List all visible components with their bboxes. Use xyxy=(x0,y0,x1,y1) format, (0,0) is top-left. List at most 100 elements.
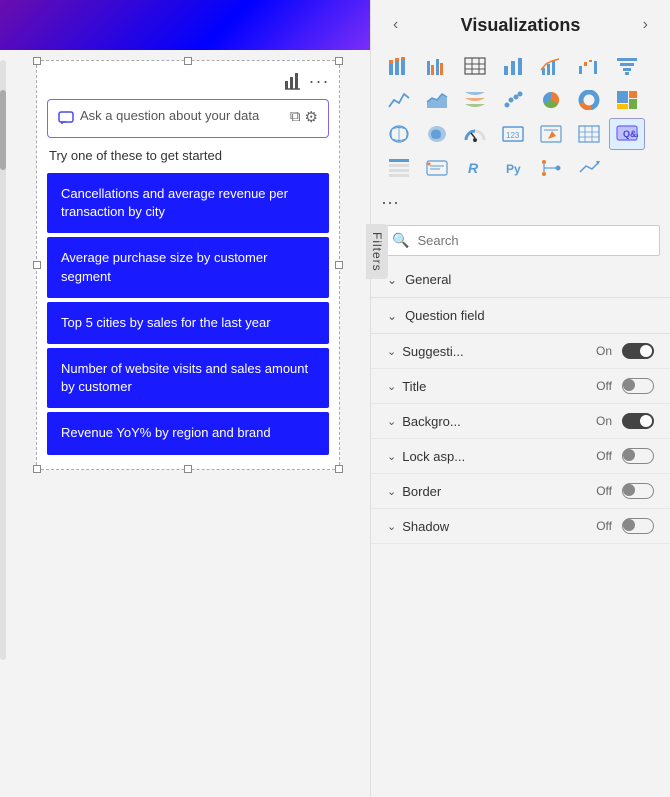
viz-r-visual[interactable]: R xyxy=(457,152,493,184)
left-scrollbar[interactable] xyxy=(0,60,6,660)
nav-arrows-right: › xyxy=(637,14,654,36)
viz-area-chart[interactable] xyxy=(419,84,455,116)
suggestion-btn-4[interactable]: Revenue YoY% by region and brand xyxy=(47,412,329,454)
panel-title: Visualizations xyxy=(461,15,581,36)
more-options-row: ··· xyxy=(371,188,670,219)
canvas-area: ··· Ask a question about your data ⧉ ⚙ xyxy=(36,60,340,470)
nav-left-arrow[interactable]: ‹ xyxy=(387,14,404,36)
viz-gauge[interactable] xyxy=(457,118,493,150)
viz-qa-visual[interactable]: Q&A xyxy=(609,118,645,150)
suggestion-btn-3[interactable]: Number of website visits and sales amoun… xyxy=(47,348,329,408)
chevron-border-icon: ⌄ xyxy=(387,485,396,498)
qa-actions: ⧉ ⚙ xyxy=(290,108,318,126)
chevron-bg-icon: ⌄ xyxy=(387,415,396,428)
nav-right-arrow[interactable]: › xyxy=(637,14,654,36)
resize-handle-bl[interactable] xyxy=(33,465,41,473)
resize-handle-mr[interactable] xyxy=(335,261,343,269)
qa-copy-icon[interactable]: ⧉ xyxy=(290,108,301,125)
viz-decomp-tree[interactable] xyxy=(533,152,569,184)
toggle-lock-track[interactable] xyxy=(622,448,654,464)
chart-type-icon[interactable] xyxy=(283,71,303,91)
toggle-border-value: Off xyxy=(596,484,612,498)
try-text: Try one of these to get started xyxy=(47,148,329,163)
viz-table[interactable] xyxy=(457,50,493,82)
viz-line-chart[interactable] xyxy=(381,84,417,116)
viz-map[interactable] xyxy=(381,118,417,150)
viz-filled-map[interactable] xyxy=(419,118,455,150)
toggle-row-suggestions: ⌄ Suggesti... On xyxy=(371,334,670,369)
search-input[interactable] xyxy=(417,233,649,248)
suggestion-btn-2[interactable]: Top 5 cities by sales for the last year xyxy=(47,302,329,344)
viz-pie-chart[interactable] xyxy=(533,84,569,116)
toggle-border-label: Border xyxy=(402,484,590,499)
qa-gear-icon[interactable]: ⚙ xyxy=(305,108,318,126)
toggle-row-background: ⌄ Backgro... On xyxy=(371,404,670,439)
more-viz-icon[interactable]: ··· xyxy=(381,192,399,213)
viz-donut-chart[interactable] xyxy=(571,84,607,116)
svg-text:123: 123 xyxy=(506,131,520,140)
toggle-suggestions-switch[interactable] xyxy=(622,343,654,359)
toggle-title-value: Off xyxy=(596,379,612,393)
viz-waterfall[interactable] xyxy=(571,50,607,82)
qa-box[interactable]: Ask a question about your data ⧉ ⚙ xyxy=(47,99,329,138)
toggle-bg-knob xyxy=(640,415,652,427)
viz-treemap[interactable] xyxy=(609,84,645,116)
viz-kpi[interactable] xyxy=(533,118,569,150)
toggle-suggestions-knob xyxy=(640,345,652,357)
search-bar: 🔍 xyxy=(381,225,660,256)
toggle-shadow-knob xyxy=(623,519,635,531)
toggle-shadow-switch[interactable] xyxy=(622,518,654,534)
toggle-bg-switch[interactable] xyxy=(622,413,654,429)
right-panel: ‹ Visualizations › xyxy=(370,0,670,797)
toggle-title-track[interactable] xyxy=(622,378,654,394)
chevron-qfield-icon: ⌄ xyxy=(387,309,397,323)
resize-handle-bm[interactable] xyxy=(184,465,192,473)
resize-handle-ml[interactable] xyxy=(33,261,41,269)
left-scrollbar-thumb xyxy=(0,90,6,170)
filters-tab[interactable]: Filters xyxy=(366,224,388,280)
viz-scatter[interactable] xyxy=(495,84,531,116)
viz-funnel[interactable] xyxy=(609,50,645,82)
toggle-shadow-track[interactable] xyxy=(622,518,654,534)
toggle-border-switch[interactable] xyxy=(622,483,654,499)
viz-stacked-bar[interactable] xyxy=(381,50,417,82)
toggle-row-title: ⌄ Title Off xyxy=(371,369,670,404)
viz-clustered-bar[interactable] xyxy=(419,50,455,82)
qa-bubble-icon xyxy=(58,110,74,129)
viz-icon-grid: 123 Q&A R Py xyxy=(371,46,670,188)
viz-table2[interactable] xyxy=(381,152,417,184)
search-icon: 🔍 xyxy=(392,232,409,249)
section-general-label: General xyxy=(405,272,451,287)
suggestion-btn-1[interactable]: Average purchase size by customer segmen… xyxy=(47,237,329,297)
toggle-title-switch[interactable] xyxy=(622,378,654,394)
toggle-suggestions-track[interactable] xyxy=(622,343,654,359)
section-general[interactable]: ⌄ General xyxy=(371,262,670,298)
toggle-shadow-label: Shadow xyxy=(402,519,590,534)
toggle-border-track[interactable] xyxy=(622,483,654,499)
viz-ribbon-chart[interactable] xyxy=(457,84,493,116)
viz-python-visual[interactable]: Py xyxy=(495,152,531,184)
toggle-row-border: ⌄ Border Off xyxy=(371,474,670,509)
section-question-label: Question field xyxy=(405,308,485,323)
toggle-lock-switch[interactable] xyxy=(622,448,654,464)
suggestion-btn-0[interactable]: Cancellations and average revenue per tr… xyxy=(47,173,329,233)
viz-matrix[interactable] xyxy=(571,118,607,150)
viz-column-chart[interactable] xyxy=(495,50,531,82)
left-panel: ··· Ask a question about your data ⧉ ⚙ xyxy=(0,0,370,797)
qa-placeholder-text: Ask a question about your data xyxy=(80,108,259,123)
svg-text:Q&A: Q&A xyxy=(623,129,638,139)
resize-handle-tl[interactable] xyxy=(33,57,41,65)
viz-arrows[interactable] xyxy=(571,152,607,184)
settings-area: ⌄ General ⌄ Question field ⌄ Suggesti...… xyxy=(371,262,670,797)
chevron-general-icon: ⌄ xyxy=(387,273,397,287)
more-options-icon[interactable]: ··· xyxy=(309,71,329,91)
toggle-border-knob xyxy=(623,484,635,496)
viz-card[interactable]: 123 xyxy=(495,118,531,150)
toggle-bg-track[interactable] xyxy=(622,413,654,429)
resize-handle-br[interactable] xyxy=(335,465,343,473)
resize-handle-tm[interactable] xyxy=(184,57,192,65)
section-question-field[interactable]: ⌄ Question field xyxy=(371,298,670,334)
resize-handle-tr[interactable] xyxy=(335,57,343,65)
viz-line-column[interactable] xyxy=(533,50,569,82)
viz-smart-narrative[interactable] xyxy=(419,152,455,184)
